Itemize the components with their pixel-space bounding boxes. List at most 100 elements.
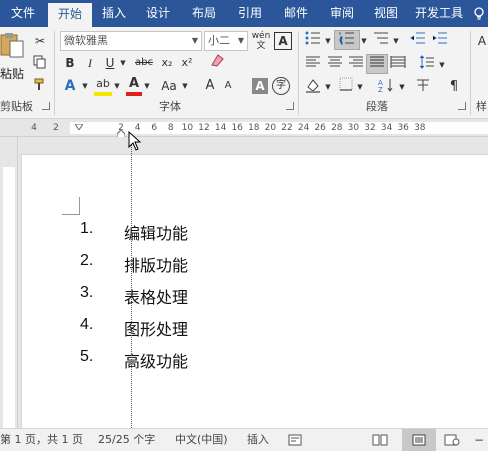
svg-text:Z: Z [378,86,383,93]
character-border-button[interactable]: A [274,32,292,50]
chevron-down-icon[interactable]: ▼ [398,77,406,97]
borders-icon[interactable] [336,77,356,97]
chevron-down-icon[interactable]: ▼ [118,53,128,73]
character-shading-button[interactable]: A [252,78,268,94]
zoom-out-icon[interactable]: − [474,429,484,451]
numbering-icon[interactable] [334,30,360,50]
phonetic-glyph: wén [251,31,271,41]
tab-layout[interactable]: 布局 [184,0,224,27]
styles-gallery-icon[interactable]: A [476,31,488,51]
list-item-text[interactable]: 表格处理 [124,284,188,308]
shading-icon[interactable] [302,77,324,97]
subscript-button[interactable]: x₂ [158,53,176,73]
insert-mode-status[interactable]: 插入 [247,429,269,451]
chevron-down-icon[interactable]: ▼ [324,31,332,51]
ruler-number: 34 [380,123,393,133]
chevron-down-icon[interactable]: ▼ [238,32,244,50]
vertical-ruler[interactable] [0,137,18,428]
chevron-down-icon[interactable]: ▼ [438,55,446,75]
ruler-number: 6 [151,123,158,133]
highlight-button[interactable]: ab [94,76,112,96]
align-right-icon[interactable] [346,55,366,75]
italic-button[interactable]: I [82,53,98,73]
chevron-down-icon[interactable]: ▼ [180,76,190,96]
tab-insert[interactable]: 插入 [94,0,134,27]
justify-icon[interactable] [366,54,388,74]
first-line-indent-marker-icon[interactable] [74,119,84,131]
font-size-combo[interactable]: 小二 ▼ [204,31,248,51]
align-left-icon[interactable] [302,55,324,75]
underline-button[interactable]: U [102,53,118,73]
macro-record-icon[interactable] [288,429,302,451]
ruler-number: 38 [414,123,426,133]
bullets-icon[interactable] [302,31,324,51]
tab-mailings[interactable]: 邮件 [276,0,316,27]
list-item-text[interactable]: 编辑功能 [124,220,188,244]
list-item-text[interactable]: 图形处理 [124,316,188,340]
tab-view[interactable]: 视图 [366,0,406,27]
superscript-button[interactable]: x² [178,53,196,73]
tab-developer[interactable]: 开发工具 [410,0,468,27]
copy-icon[interactable] [30,55,50,75]
clear-formatting-icon[interactable] [206,53,228,73]
ruler-number: 30 [347,123,360,133]
list-item-number: 5. [80,348,94,365]
grow-font-button[interactable]: A [202,76,218,96]
chevron-down-icon[interactable]: ▼ [142,76,152,96]
increase-indent-icon[interactable] [430,31,450,51]
text-effects-button[interactable]: A [60,76,80,96]
tab-file[interactable]: 文件 [0,0,46,27]
font-name-combo[interactable]: 微软雅黑 ▼ [60,31,202,51]
format-painter-icon[interactable] [30,77,50,97]
paste-icon[interactable] [0,31,26,61]
chevron-down-icon[interactable]: ▼ [392,31,400,51]
language-status[interactable]: 中文(中国) [175,429,228,451]
decrease-indent-icon[interactable] [408,31,428,51]
line-spacing-icon[interactable] [416,55,438,75]
multilevel-list-icon[interactable] [370,31,392,51]
chevron-down-icon[interactable]: ▼ [360,31,368,51]
cut-icon[interactable]: ✂ [30,31,50,51]
horizontal-ruler[interactable]: 4 2 2 4 6 8 10 12 14 16 18 20 22 24 26 28 30 32 34 36 38 [0,119,488,141]
chinese-layout-icon[interactable] [412,77,434,97]
word-count-status[interactable]: 25/25 个字 [98,429,155,451]
page-count-status[interactable]: 第 1 页，共 1 页 [0,429,83,451]
chevron-down-icon[interactable]: ▼ [324,77,332,97]
chevron-down-icon[interactable]: ▼ [80,76,90,96]
tab-design[interactable]: 设计 [138,0,178,27]
group-divider [470,31,471,115]
tell-me-icon[interactable] [470,0,488,27]
enclose-characters-button[interactable]: 字 [272,77,290,95]
paste-button[interactable]: 粘贴 [0,65,26,82]
show-marks-icon[interactable]: ¶ [446,77,462,97]
bold-button[interactable]: B [62,53,78,73]
print-layout-icon[interactable] [402,429,436,451]
shrink-font-button[interactable]: A [220,76,236,96]
align-center-icon[interactable] [324,55,346,75]
ruler-number: 2 [118,123,124,133]
read-mode-icon[interactable] [372,429,388,451]
tab-review[interactable]: 审阅 [322,0,362,27]
chevron-down-icon[interactable]: ▼ [112,76,122,96]
sort-icon[interactable]: AZ [376,77,398,97]
font-launcher-icon[interactable] [286,102,294,110]
chevron-down-icon[interactable]: ▼ [192,32,198,50]
ruler-number: 14 [214,123,227,133]
tab-home[interactable]: 开始 [48,3,92,27]
ruler-number: 26 [314,123,326,133]
font-color-button[interactable]: A [126,76,142,96]
distributed-icon[interactable] [388,55,408,75]
paragraph-launcher-icon[interactable] [458,102,466,110]
strikethrough-button[interactable]: abc [132,53,156,73]
list-item-text[interactable]: 排版功能 [124,252,188,276]
change-case-button[interactable]: Aa [158,76,180,96]
phonetic-char: 文 [256,41,266,51]
ribbon-tab-bar: 文件 开始 插入 设计 布局 引用 邮件 审阅 视图 开发工具 [0,0,488,27]
tab-references[interactable]: 引用 [230,0,270,27]
list-item-text[interactable]: 高级功能 [124,348,188,372]
web-layout-icon[interactable] [444,429,460,451]
group-divider [54,31,55,115]
clipboard-launcher-icon[interactable] [42,102,50,110]
phonetic-guide-button[interactable]: wén 文 [250,31,272,51]
chevron-down-icon[interactable]: ▼ [356,77,364,97]
